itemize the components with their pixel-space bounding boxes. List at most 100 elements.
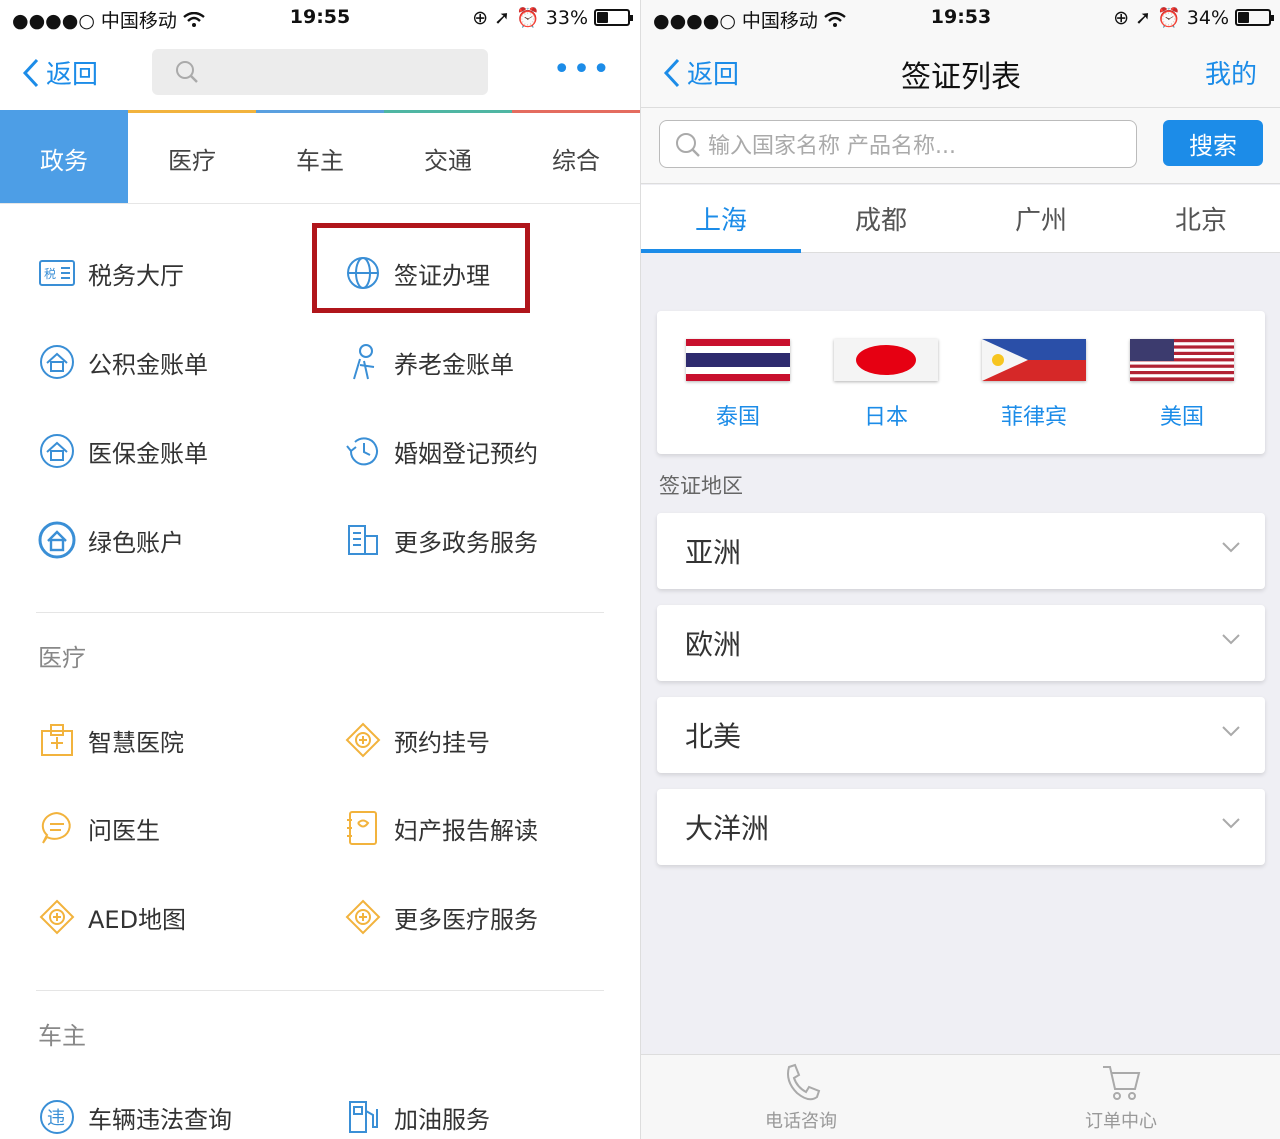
hospital-icon [38, 721, 76, 759]
service-label: 智慧医院 [88, 728, 184, 757]
region-name: 亚洲 [685, 536, 742, 569]
search-button[interactable]: 搜索 [1163, 120, 1263, 166]
service-label: AED地图 [88, 905, 187, 934]
bottom-label: 电话咨询 [765, 1111, 837, 1132]
violation-icon: 违 [38, 1098, 76, 1136]
house-fund-icon [38, 343, 76, 381]
report-icon [344, 809, 382, 847]
search-row: 输入国家名称 产品名称... 搜索 [641, 108, 1280, 184]
category-tabs: 政务 医疗 车主 交通 综合 [0, 110, 640, 204]
country-thailand[interactable]: 泰国 [683, 339, 793, 431]
medical-cross-icon [344, 721, 382, 759]
search-input[interactable]: 输入国家名称 产品名称... [659, 120, 1137, 168]
search-icon [676, 133, 700, 157]
elder-icon [344, 343, 382, 381]
country-name: 泰国 [715, 405, 760, 430]
region-north-america[interactable]: 北美 [657, 697, 1265, 773]
chevron-down-icon [1222, 818, 1240, 829]
philippines-flag-icon [982, 339, 1086, 381]
cart-icon [1103, 1066, 1141, 1100]
service-label: 预约挂号 [394, 728, 490, 757]
service-housing-fund[interactable]: 公积金账单 [38, 343, 208, 381]
service-label: 养老金账单 [394, 350, 514, 379]
thailand-flag-icon [686, 339, 790, 381]
divider [36, 612, 604, 613]
location-icon: ➚ [494, 6, 511, 29]
service-more-gov[interactable]: 更多政务服务 [344, 521, 538, 559]
tab-medical[interactable]: 医疗 [128, 110, 256, 203]
chevron-down-icon [1222, 726, 1240, 737]
country-philippines[interactable]: 菲律宾 [979, 339, 1089, 431]
aed-icon [38, 898, 76, 936]
region-name: 北美 [685, 720, 742, 753]
service-marriage[interactable]: 婚姻登记预约 [344, 432, 538, 470]
nav-bar: 返回 ••• [0, 36, 640, 108]
service-smart-hospital[interactable]: 智慧医院 [38, 721, 184, 759]
service-fuel[interactable]: 加油服务 [344, 1098, 490, 1136]
fuel-pump-icon [344, 1098, 382, 1136]
tab-car[interactable]: 车主 [256, 110, 384, 203]
screenshot-pair: ●●●●○ 中国移动 19:55 ⊕ ➚ ⏰ 33% 返回 ••• 政务 医疗 … [0, 0, 1280, 1139]
country-name: 美国 [1159, 405, 1204, 430]
tab-guangzhou[interactable]: 广州 [961, 185, 1121, 252]
service-medical-insurance[interactable]: 医保金账单 [38, 432, 208, 470]
service-label: 车辆违法查询 [88, 1105, 232, 1134]
service-violation-query[interactable]: 违 车辆违法查询 [38, 1098, 232, 1136]
service-ask-doctor[interactable]: 问医生 [38, 809, 160, 847]
bottom-label: 订单中心 [1085, 1111, 1157, 1132]
region-name: 欧洲 [685, 628, 742, 661]
alarm-icon: ⏰ [1157, 7, 1181, 29]
mine-button[interactable]: 我的 [1205, 54, 1257, 91]
green-account-icon [38, 521, 76, 559]
country-usa[interactable]: 美国 [1127, 339, 1237, 431]
battery-icon [594, 9, 633, 26]
tab-gov[interactable]: 政务 [0, 110, 128, 203]
chevron-down-icon [1222, 542, 1240, 553]
region-oceania[interactable]: 大洋洲 [657, 789, 1265, 865]
region-section-label: 签证地区 [659, 474, 743, 498]
chevron-down-icon [1222, 634, 1240, 645]
more-button[interactable]: ••• [553, 52, 612, 87]
tab-chengdu[interactable]: 成都 [801, 185, 961, 252]
highlight-box [312, 223, 530, 313]
service-label: 问医生 [88, 816, 160, 845]
tab-beijing[interactable]: 北京 [1121, 185, 1280, 252]
country-japan[interactable]: 日本 [831, 339, 941, 431]
visa-list-screen: ●●●●○ 中国移动 19:53 ⊕ ➚ ⏰ 34% 返回 签证列表 我的 输入… [640, 0, 1280, 1139]
chat-icon [38, 809, 76, 847]
region-europe[interactable]: 欧洲 [657, 605, 1265, 681]
service-more-medical[interactable]: 更多医疗服务 [344, 898, 538, 936]
service-green-account[interactable]: 绿色账户 [38, 521, 184, 559]
region-asia[interactable]: 亚洲 [657, 513, 1265, 589]
service-pension[interactable]: 养老金账单 [344, 343, 514, 381]
service-label: 更多医疗服务 [394, 905, 538, 934]
lock-rotation-icon: ⊕ [472, 6, 489, 29]
service-label: 医保金账单 [88, 439, 208, 468]
alarm-icon: ⏰ [516, 7, 540, 29]
service-tax-hall[interactable]: 税 税务大厅 [38, 254, 184, 292]
service-label: 绿色账户 [88, 528, 184, 557]
tab-traffic[interactable]: 交通 [384, 110, 512, 203]
search-icon [176, 61, 198, 83]
tab-shanghai[interactable]: 上海 [641, 185, 801, 253]
service-aed-map[interactable]: AED地图 [38, 898, 186, 936]
phone-consult-button[interactable]: 电话咨询 [641, 1055, 961, 1139]
tab-general[interactable]: 综合 [512, 110, 640, 203]
japan-flag-icon [834, 339, 938, 381]
medical-more-icon [344, 898, 382, 936]
service-label: 税务大厅 [88, 261, 184, 290]
service-label: 加油服务 [394, 1105, 490, 1134]
service-maternity-report[interactable]: 妇产报告解读 [344, 809, 538, 847]
country-name: 菲律宾 [1000, 405, 1067, 430]
service-appointment[interactable]: 预约挂号 [344, 721, 490, 759]
clock-history-icon [344, 432, 382, 470]
back-button[interactable]: 返回 [22, 54, 98, 91]
order-center-button[interactable]: 订单中心 [961, 1055, 1280, 1139]
city-tabs: 上海 成都 广州 北京 [641, 185, 1280, 253]
service-label: 婚姻登记预约 [394, 439, 538, 468]
search-bar[interactable] [152, 49, 488, 95]
phone-icon [787, 1063, 821, 1101]
divider [36, 990, 604, 991]
bottom-bar: 电话咨询 订单中心 [641, 1054, 1280, 1139]
location-icon: ➚ [1135, 6, 1152, 29]
